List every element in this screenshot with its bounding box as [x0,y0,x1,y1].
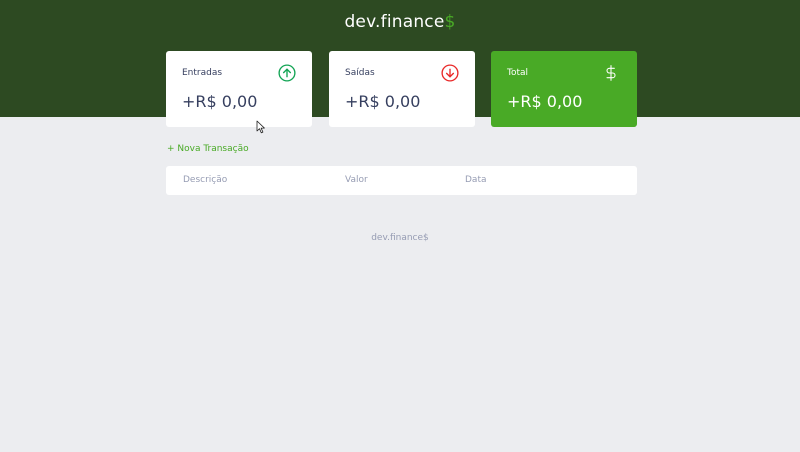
income-label: Entradas [182,68,223,78]
total-value: +R$ 0,00 [507,92,583,111]
logo-text: dev.finance [344,12,445,32]
income-card: Entradas +R$ 0,00 [166,51,312,127]
logo-dollar: $ [444,12,456,32]
footer: dev.finance$ [371,233,429,243]
income-value: +R$ 0,00 [182,92,258,111]
new-transaction-button[interactable]: + Nova Transação [167,144,249,154]
balance-cards: Entradas +R$ 0,00 Saídas +R$ 0,00 Total … [166,51,637,127]
column-header-date: Data [465,175,487,185]
transactions-table: Descrição Valor Data [166,166,637,195]
expense-label: Saídas [345,68,375,78]
column-header-description: Descrição [183,175,228,185]
total-card: Total +R$ 0,00 [491,51,637,127]
dollar-icon [606,65,616,81]
arrow-down-circle-icon [441,64,459,82]
expense-card: Saídas +R$ 0,00 [329,51,475,127]
column-header-amount: Valor [345,175,368,185]
total-label: Total [507,68,529,78]
arrow-up-circle-icon [278,64,296,82]
mouse-pointer-icon [256,120,265,134]
expense-value: +R$ 0,00 [345,92,421,111]
app-logo: dev.finance$ [0,12,800,32]
